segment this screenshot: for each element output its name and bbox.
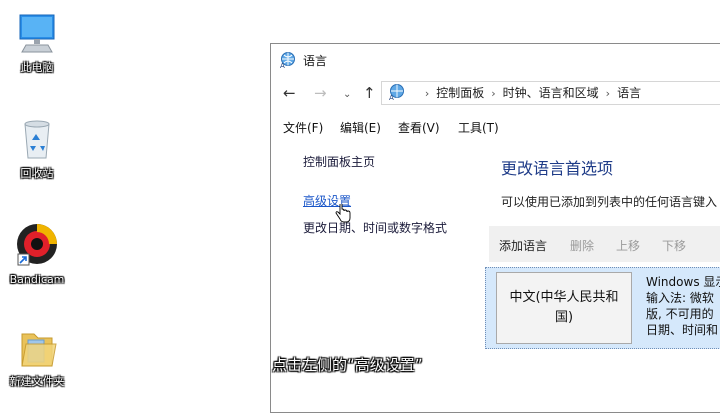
desktop-icon-label: Bandicam xyxy=(9,273,65,286)
add-language-button[interactable]: 添加语言 xyxy=(499,237,547,254)
language-name-box: 中文(中华人民共和国) xyxy=(496,272,632,344)
computer-icon xyxy=(19,14,55,53)
chevron-right-icon[interactable]: › xyxy=(606,87,610,100)
language-info-line: Windows 显示 xyxy=(646,275,720,289)
up-arrow-icon[interactable]: ↑ xyxy=(363,83,376,103)
chevron-right-icon[interactable]: › xyxy=(491,87,495,100)
page-title: 更改语言首选项 xyxy=(501,159,614,178)
chevron-down-icon[interactable]: ⌄ xyxy=(343,85,351,105)
language-info-line: 版, 不可用的 xyxy=(646,307,714,321)
folder-icon xyxy=(21,333,57,367)
move-down-button[interactable]: 下移 xyxy=(662,237,686,254)
menu-edit[interactable]: 编辑(E) xyxy=(340,119,381,136)
page-description: 可以使用已添加到列表中的任何语言键入 xyxy=(501,195,718,209)
language-info-line: 日期、时间和 xyxy=(646,323,719,337)
breadcrumb-control-panel[interactable]: 控制面板 xyxy=(436,86,484,100)
language-info: Windows 显示 输入法: 微软 版, 不可用的 日期、时间和 xyxy=(646,274,720,338)
title-bar[interactable]: A 语言 xyxy=(271,44,720,76)
chevron-right-icon[interactable]: › xyxy=(425,87,429,100)
change-date-time-link[interactable]: 更改日期、时间或数字格式 xyxy=(303,219,447,236)
svg-text:A: A xyxy=(280,62,285,69)
desktop-icon-recycle-bin[interactable]: 回收站 xyxy=(0,118,77,181)
language-icon: A xyxy=(389,84,404,101)
desktop-icon-new-folder[interactable]: 新建文件夹 xyxy=(0,326,77,389)
navigation-bar: ← → ⌄ ↑ A › 控制面板 › 时钟、语言和区域 › 语言 xyxy=(271,80,720,108)
desktop-icon-label: 此电脑 xyxy=(20,61,54,74)
address-bar[interactable]: A › 控制面板 › 时钟、语言和区域 › 语言 xyxy=(381,81,720,105)
control-panel-home-link[interactable]: 控制面板主页 xyxy=(303,153,375,170)
remove-language-button[interactable]: 删除 xyxy=(570,237,594,254)
window-title: 语言 xyxy=(303,54,328,68)
move-up-button[interactable]: 上移 xyxy=(616,237,640,254)
language-info-line: 输入法: 微软 xyxy=(646,291,714,305)
desktop-icon-this-pc[interactable]: 此电脑 xyxy=(0,12,77,75)
forward-arrow-icon[interactable]: → xyxy=(314,83,327,103)
main-pane: 更改语言首选项 可以使用已添加到列表中的任何语言键入 添加语言 删除 上移 下移… xyxy=(485,140,720,412)
desktop-icon-label: 回收站 xyxy=(20,167,54,180)
breadcrumb-language[interactable]: 语言 xyxy=(617,86,641,100)
recycle-bin-icon xyxy=(24,120,50,159)
breadcrumb-clock-language-region[interactable]: 时钟、语言和区域 xyxy=(503,86,599,100)
language-list-item[interactable]: 中文(中华人民共和国) Windows 显示 输入法: 微软 版, 不可用的 日… xyxy=(485,267,720,349)
menu-bar: 文件(F) 编辑(E) 查看(V) 工具(T) xyxy=(271,116,720,138)
back-arrow-icon[interactable]: ← xyxy=(283,83,296,103)
svg-text:A: A xyxy=(389,94,394,101)
desktop-icon-label: 新建文件夹 xyxy=(9,375,65,388)
bandicam-icon xyxy=(17,224,57,266)
menu-tools[interactable]: 工具(T) xyxy=(458,119,499,136)
menu-file[interactable]: 文件(F) xyxy=(283,119,323,136)
desktop-icon-bandicam[interactable]: Bandicam xyxy=(0,222,77,286)
menu-view[interactable]: 查看(V) xyxy=(398,119,440,136)
language-icon: A xyxy=(280,52,295,69)
language-name: 中文(中华人民共和国) xyxy=(509,290,619,325)
video-subtitle: 点击左侧的“高级设置” xyxy=(272,356,423,374)
language-toolbar: 添加语言 删除 上移 下移 xyxy=(489,226,720,262)
hand-cursor-icon xyxy=(335,204,351,223)
